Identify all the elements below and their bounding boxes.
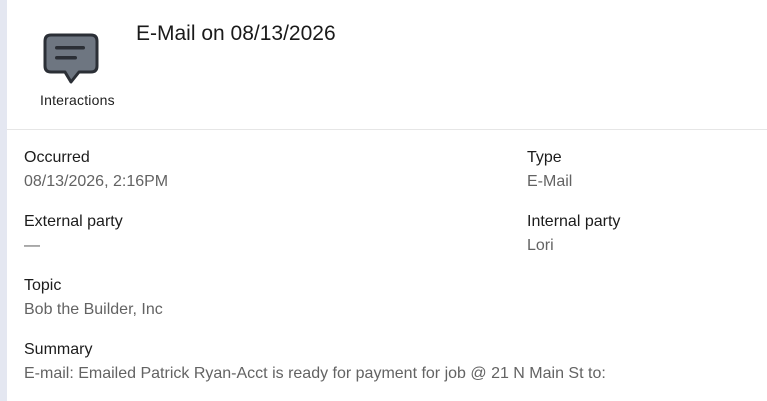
field-label-summary: Summary [24, 341, 93, 358]
field-value-external-party: — [24, 237, 40, 254]
field-label-occurred: Occurred [24, 149, 90, 166]
field-type: Type E-Mail [527, 148, 572, 192]
speech-bubble-icon [43, 33, 99, 84]
interactions-icon-button[interactable] [41, 30, 105, 86]
record-header: Interactions E-Mail on 08/13/2026 [7, 0, 767, 130]
field-summary: Summary E-mail: Emailed Patrick Ryan-Acc… [24, 340, 606, 384]
field-value-summary: E-mail: Emailed Patrick Ryan-Acct is rea… [24, 365, 606, 382]
field-value-type: E-Mail [527, 173, 573, 190]
header-divider [7, 129, 767, 130]
field-topic: Topic Bob the Builder, Inc [24, 276, 163, 320]
field-value-topic: Bob the Builder, Inc [24, 301, 163, 318]
field-label-topic: Topic [24, 277, 62, 294]
field-internal-party: Internal party Lori [527, 212, 620, 256]
interactions-label: Interactions [40, 92, 115, 108]
left-rail [0, 0, 7, 401]
field-value-internal-party: Lori [527, 237, 554, 254]
field-label-internal-party: Internal party [527, 213, 621, 230]
field-occurred: Occurred 08/13/2026, 2:16PM [24, 148, 168, 192]
field-label-type: Type [527, 149, 562, 166]
record-title: E-Mail on 08/13/2026 [136, 22, 336, 45]
field-value-occurred: 08/13/2026, 2:16PM [24, 173, 169, 190]
field-label-external-party: External party [24, 213, 123, 230]
field-external-party: External party — [24, 212, 123, 256]
